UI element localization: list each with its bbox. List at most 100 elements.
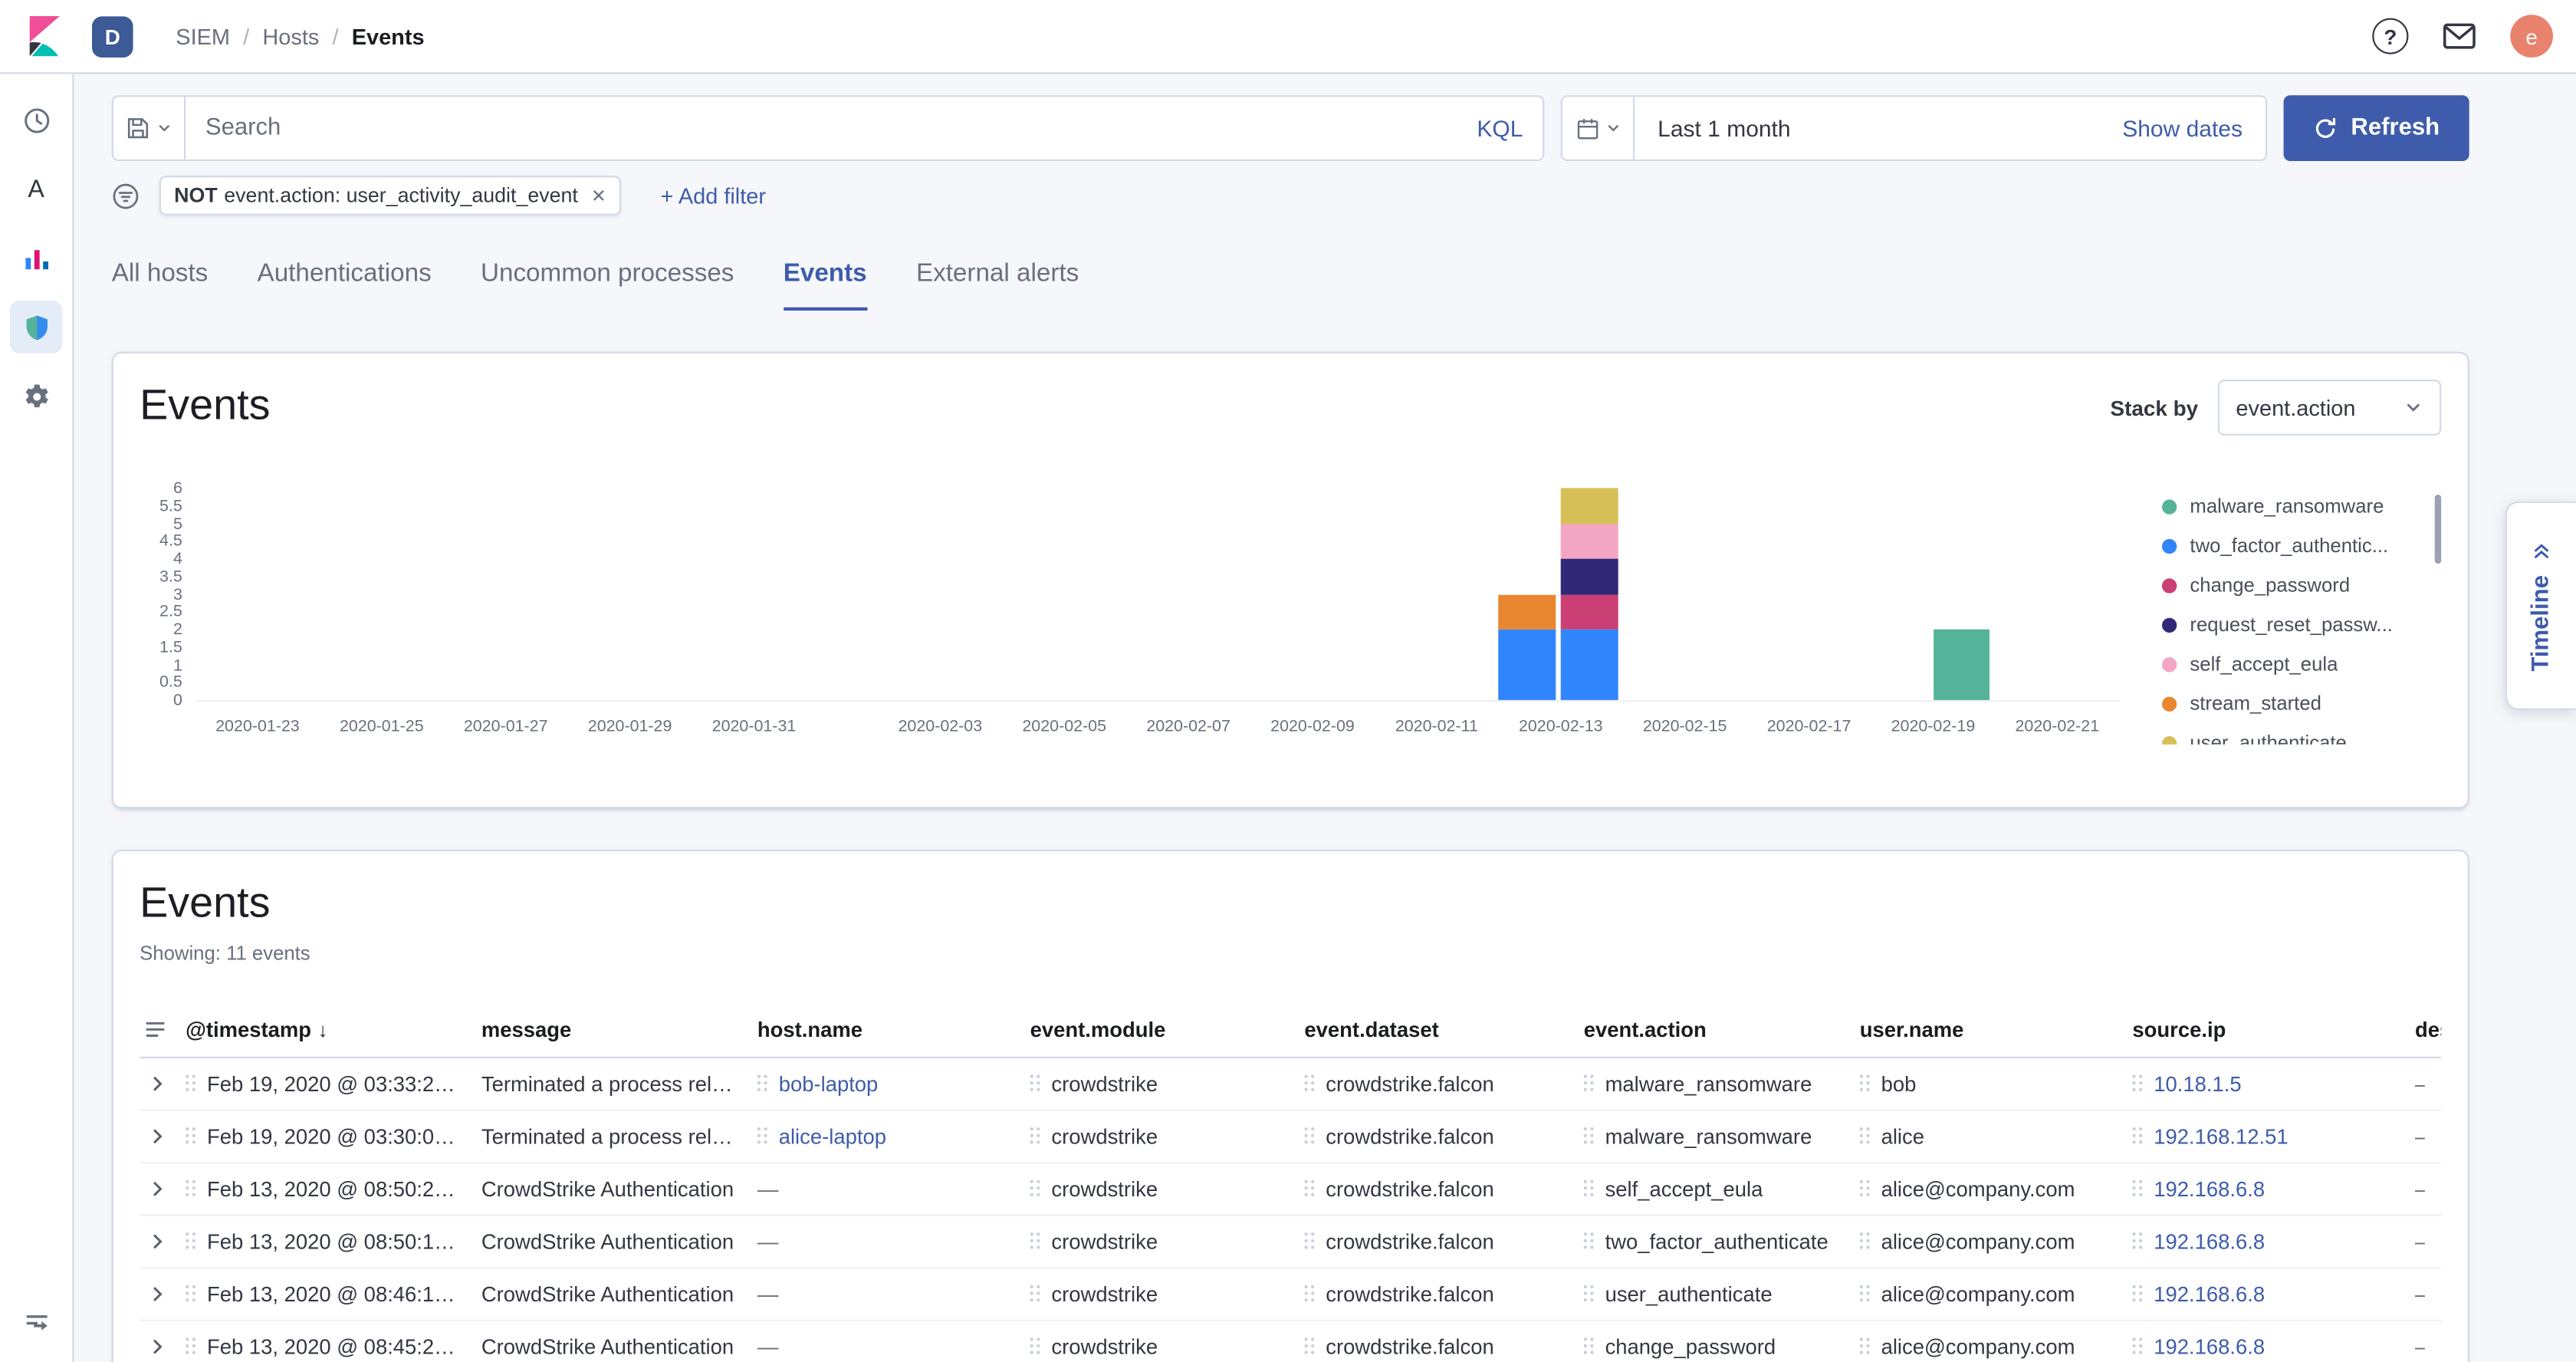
drag-handle-icon[interactable] bbox=[1584, 1232, 1595, 1251]
column-header-event-module[interactable]: event.module bbox=[1030, 1008, 1305, 1057]
legend-scrollbar[interactable] bbox=[2435, 495, 2442, 564]
space-badge[interactable]: D bbox=[92, 15, 133, 57]
cell-value[interactable]: 10.18.1.5 bbox=[2154, 1071, 2241, 1096]
drag-handle-icon[interactable] bbox=[186, 1232, 197, 1251]
legend-item[interactable]: stream_started bbox=[2162, 692, 2441, 715]
legend-item[interactable]: self_accept_eula bbox=[2162, 653, 2441, 676]
bar-segment-stream_started[interactable] bbox=[1499, 594, 1556, 630]
column-header-host-name[interactable]: host.name bbox=[757, 1008, 1030, 1057]
drag-handle-icon[interactable] bbox=[186, 1285, 197, 1304]
legend-item[interactable]: request_reset_passw... bbox=[2162, 613, 2441, 636]
mail-icon[interactable] bbox=[2441, 18, 2477, 54]
drag-handle-icon[interactable] bbox=[186, 1127, 197, 1146]
breadcrumb-item-siem[interactable]: SIEM bbox=[176, 24, 230, 48]
drag-handle-icon[interactable] bbox=[1860, 1127, 1871, 1146]
drag-handle-icon[interactable] bbox=[1860, 1074, 1871, 1093]
bar-segment-two_factor_authenticate[interactable] bbox=[1561, 630, 1618, 700]
breadcrumb-item-hosts[interactable]: Hosts bbox=[262, 24, 319, 48]
sidebar-item-siem[interactable] bbox=[10, 301, 63, 354]
kql-syntax-button[interactable]: KQL bbox=[1457, 115, 1543, 141]
cell-value[interactable]: 192.168.6.8 bbox=[2154, 1334, 2265, 1359]
drag-handle-icon[interactable] bbox=[1584, 1285, 1595, 1304]
cell-value[interactable]: 192.168.6.8 bbox=[2154, 1281, 2265, 1306]
drag-handle-icon[interactable] bbox=[186, 1074, 197, 1093]
expand-row-icon[interactable] bbox=[146, 1124, 169, 1149]
drag-handle-icon[interactable] bbox=[1584, 1127, 1595, 1146]
saved-query-menu-button[interactable] bbox=[113, 97, 186, 159]
bar-segment-change_password[interactable] bbox=[1561, 594, 1618, 630]
drag-handle-icon[interactable] bbox=[2132, 1232, 2144, 1251]
fields-browser-icon[interactable] bbox=[140, 1008, 186, 1057]
cell-value[interactable]: bob-laptop bbox=[779, 1071, 879, 1096]
expand-row-icon[interactable] bbox=[146, 1281, 169, 1306]
drag-handle-icon[interactable] bbox=[1030, 1180, 1042, 1199]
drag-handle-icon[interactable] bbox=[1030, 1074, 1042, 1093]
cell-value[interactable]: 192.168.6.8 bbox=[2154, 1176, 2265, 1201]
drag-handle-icon[interactable] bbox=[2132, 1127, 2144, 1146]
drag-handle-icon[interactable] bbox=[1860, 1180, 1871, 1199]
drag-handle-icon[interactable] bbox=[1304, 1232, 1316, 1251]
drag-handle-icon[interactable] bbox=[1860, 1337, 1871, 1356]
drag-handle-icon[interactable] bbox=[1860, 1232, 1871, 1251]
sidebar-item-management[interactable] bbox=[10, 370, 63, 423]
drag-handle-icon[interactable] bbox=[186, 1337, 197, 1356]
cell-value[interactable]: 192.168.12.51 bbox=[2154, 1124, 2288, 1149]
drag-handle-icon[interactable] bbox=[1304, 1285, 1316, 1304]
tab-events[interactable]: Events bbox=[784, 260, 867, 311]
bar-segment-two_factor_authenticate[interactable] bbox=[1499, 630, 1556, 700]
show-dates-button[interactable]: Show dates bbox=[2122, 115, 2266, 141]
cell-value[interactable]: alice-laptop bbox=[779, 1124, 886, 1149]
column-header--timestamp[interactable]: @timestamp↓ bbox=[186, 1008, 481, 1057]
date-quick-select-button[interactable] bbox=[1562, 97, 1635, 159]
drag-handle-icon[interactable] bbox=[1030, 1285, 1042, 1304]
bar-segment-malware_ransomware[interactable] bbox=[1933, 630, 1990, 700]
drag-handle-icon[interactable] bbox=[1030, 1337, 1042, 1356]
drag-handle-icon[interactable] bbox=[1860, 1285, 1871, 1304]
drag-handle-icon[interactable] bbox=[2132, 1074, 2144, 1093]
drag-handle-icon[interactable] bbox=[2132, 1285, 2144, 1304]
timeline-toggle-button[interactable]: Timeline bbox=[2505, 502, 2576, 710]
cell-value[interactable]: 192.168.6.8 bbox=[2154, 1229, 2265, 1254]
column-header-des[interactable]: des bbox=[2415, 1008, 2441, 1057]
drag-handle-icon[interactable] bbox=[1030, 1232, 1042, 1251]
search-input[interactable] bbox=[186, 115, 1457, 141]
tab-all-hosts[interactable]: All hosts bbox=[112, 260, 209, 311]
expand-row-icon[interactable] bbox=[146, 1176, 169, 1201]
drag-handle-icon[interactable] bbox=[757, 1074, 769, 1093]
expand-row-icon[interactable] bbox=[146, 1229, 169, 1254]
column-header-source-ip[interactable]: source.ip bbox=[2132, 1008, 2415, 1057]
sidebar-item-recent[interactable] bbox=[10, 94, 63, 146]
sidebar-item-app-a[interactable]: A bbox=[10, 163, 63, 215]
column-header-message[interactable]: message bbox=[481, 1008, 757, 1057]
drag-handle-icon[interactable] bbox=[186, 1180, 197, 1199]
add-filter-button[interactable]: + Add filter bbox=[660, 183, 766, 208]
time-range-value[interactable]: Last 1 month bbox=[1635, 115, 1790, 141]
column-header-event-action[interactable]: event.action bbox=[1584, 1008, 1860, 1057]
expand-row-icon[interactable] bbox=[146, 1071, 169, 1096]
stack-by-select[interactable]: event.action bbox=[2218, 380, 2441, 436]
remove-filter-icon[interactable]: ✕ bbox=[591, 185, 606, 206]
drag-handle-icon[interactable] bbox=[1304, 1337, 1316, 1356]
drag-handle-icon[interactable] bbox=[1304, 1180, 1316, 1199]
sidebar-collapse-button[interactable] bbox=[10, 1297, 63, 1350]
drag-handle-icon[interactable] bbox=[1030, 1127, 1042, 1146]
tab-authentications[interactable]: Authentications bbox=[258, 260, 432, 311]
tab-external-alerts[interactable]: External alerts bbox=[916, 260, 1079, 311]
help-icon[interactable]: ? bbox=[2372, 18, 2408, 54]
filter-pill[interactable]: NOT event.action: user_activity_audit_ev… bbox=[159, 176, 621, 215]
drag-handle-icon[interactable] bbox=[2132, 1180, 2144, 1199]
drag-handle-icon[interactable] bbox=[1584, 1337, 1595, 1356]
drag-handle-icon[interactable] bbox=[2132, 1337, 2144, 1356]
expand-row-icon[interactable] bbox=[146, 1334, 169, 1359]
sidebar-item-visualize[interactable] bbox=[10, 232, 63, 285]
drag-handle-icon[interactable] bbox=[1304, 1127, 1316, 1146]
legend-item[interactable]: two_factor_authentic... bbox=[2162, 534, 2441, 557]
drag-handle-icon[interactable] bbox=[1584, 1074, 1595, 1093]
tab-uncommon-processes[interactable]: Uncommon processes bbox=[481, 260, 734, 311]
legend-item[interactable]: malware_ransomware bbox=[2162, 495, 2441, 518]
legend-item[interactable]: user_authenticate bbox=[2162, 732, 2441, 745]
column-header-event-dataset[interactable]: event.dataset bbox=[1304, 1008, 1583, 1057]
kibana-logo-icon[interactable] bbox=[23, 15, 66, 58]
legend-item[interactable]: change_password bbox=[2162, 574, 2441, 597]
drag-handle-icon[interactable] bbox=[1584, 1180, 1595, 1199]
